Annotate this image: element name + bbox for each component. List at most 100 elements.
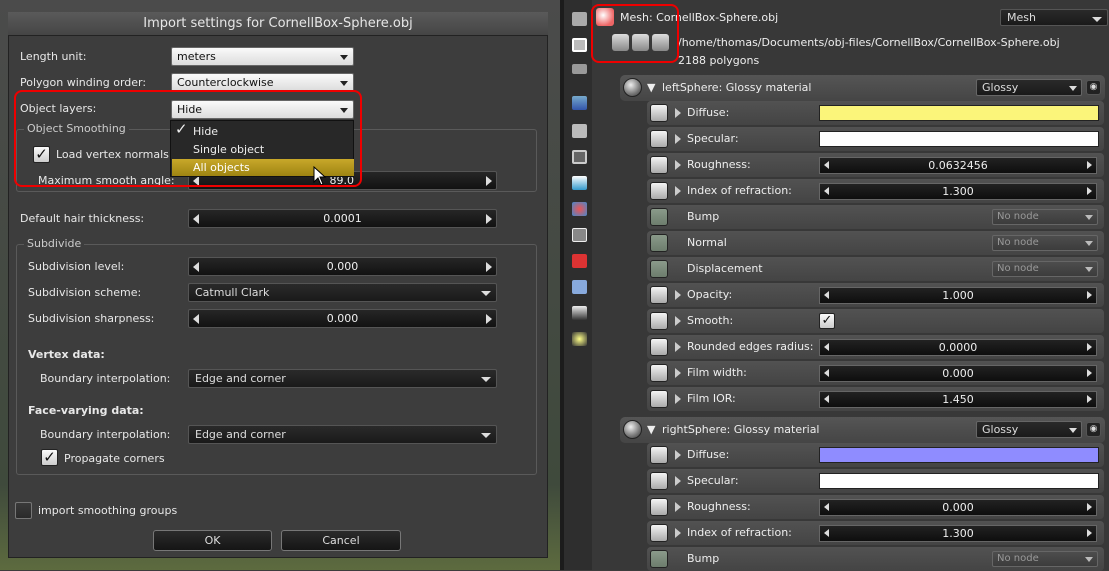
stack-icon[interactable] xyxy=(572,280,587,294)
render-icon[interactable] xyxy=(572,12,587,26)
arrow-right-icon[interactable] xyxy=(1087,529,1092,537)
node-select-combo[interactable]: No node xyxy=(992,235,1098,251)
display-icon[interactable] xyxy=(572,150,587,164)
value-slider[interactable]: 1.300 xyxy=(819,183,1097,200)
list-icon[interactable] xyxy=(572,64,587,74)
arrow-right-icon[interactable] xyxy=(486,314,492,324)
eye-icon[interactable]: ◉ xyxy=(1086,422,1101,437)
arrow-right-icon[interactable] xyxy=(486,176,492,186)
node-input-icon[interactable] xyxy=(650,472,668,490)
vertex-boundary-combo[interactable]: Edge and corner xyxy=(188,369,497,388)
arrow-left-icon[interactable] xyxy=(193,262,199,272)
color-swatch[interactable] xyxy=(819,131,1099,147)
arrow-right-icon[interactable] xyxy=(1087,369,1092,377)
material-type-combo[interactable]: Glossy xyxy=(976,421,1082,438)
layers-icon[interactable] xyxy=(572,38,587,52)
camera-icon[interactable] xyxy=(572,124,587,138)
value-slider[interactable]: 1.000 xyxy=(819,287,1097,304)
length-unit-combo[interactable]: meters xyxy=(171,47,354,66)
database-icon[interactable] xyxy=(572,176,587,190)
expand-triangle-icon[interactable] xyxy=(675,134,681,144)
arrow-left-icon[interactable] xyxy=(824,529,829,537)
expand-triangle-icon[interactable] xyxy=(675,186,681,196)
expand-triangle-icon[interactable] xyxy=(675,528,681,538)
expand-triangle-icon[interactable] xyxy=(675,476,681,486)
value-slider[interactable]: 0.0000 xyxy=(819,339,1097,356)
expand-triangle-icon[interactable] xyxy=(675,316,681,326)
value-slider[interactable]: 0.000 xyxy=(819,499,1097,516)
node-input-icon[interactable] xyxy=(650,286,668,304)
node-select-combo[interactable]: No node xyxy=(992,551,1098,567)
color-swatch[interactable] xyxy=(819,473,1099,489)
cube-icon[interactable] xyxy=(572,254,587,268)
arrow-right-icon[interactable] xyxy=(1087,395,1092,403)
expand-triangle-icon[interactable] xyxy=(675,450,681,460)
node-input-icon[interactable] xyxy=(650,130,668,148)
node-select-combo[interactable]: No node xyxy=(992,209,1098,225)
color-swatch[interactable] xyxy=(819,447,1099,463)
hair-thickness-slider[interactable]: 0.0001 xyxy=(188,209,497,228)
node-input-icon[interactable] xyxy=(650,312,668,330)
node-input-icon[interactable] xyxy=(650,260,668,278)
material-icon[interactable] xyxy=(572,202,587,216)
arrow-right-icon[interactable] xyxy=(1087,187,1092,195)
mesh-type-combo[interactable]: Mesh xyxy=(1000,9,1108,26)
arrow-right-icon[interactable] xyxy=(1087,503,1092,511)
expand-triangle-icon[interactable] xyxy=(675,108,681,118)
cancel-button[interactable]: Cancel xyxy=(281,530,401,551)
arrow-left-icon[interactable] xyxy=(824,503,829,511)
material-header-rightsphere[interactable]: ▼ rightSphere: Glossy material Glossy ◉ xyxy=(620,417,1105,443)
arrow-left-icon[interactable] xyxy=(824,395,829,403)
node-input-icon[interactable] xyxy=(650,364,668,382)
arrow-right-icon[interactable] xyxy=(1087,161,1092,169)
image-icon[interactable] xyxy=(572,96,587,110)
material-header-leftsphere[interactable]: ▼ leftSphere: Glossy material Glossy ◉ xyxy=(620,75,1105,101)
subdiv-sharpness-slider[interactable]: 0.000 xyxy=(188,309,497,328)
arrow-right-icon[interactable] xyxy=(1087,291,1092,299)
texture-icon[interactable] xyxy=(572,228,587,242)
ok-button[interactable]: OK xyxy=(153,530,272,551)
expand-triangle-icon[interactable] xyxy=(675,342,681,352)
smooth-checkbox[interactable]: ✓ xyxy=(819,313,835,329)
node-input-icon[interactable] xyxy=(650,390,668,408)
subdiv-level-slider[interactable]: 0.000 xyxy=(188,257,497,276)
expand-triangle-icon[interactable] xyxy=(675,368,681,378)
node-input-icon[interactable] xyxy=(650,104,668,122)
node-input-icon[interactable] xyxy=(650,234,668,252)
arrow-left-icon[interactable] xyxy=(824,369,829,377)
node-select-combo[interactable]: No node xyxy=(992,261,1098,277)
arrow-left-icon[interactable] xyxy=(824,291,829,299)
material-type-combo[interactable]: Glossy xyxy=(976,79,1082,96)
arrow-left-icon[interactable] xyxy=(193,214,199,224)
arrow-right-icon[interactable] xyxy=(1087,343,1092,351)
arrow-right-icon[interactable] xyxy=(486,262,492,272)
node-input-icon[interactable] xyxy=(650,498,668,516)
arrow-left-icon[interactable] xyxy=(824,343,829,351)
eye-icon[interactable]: ◉ xyxy=(1086,80,1101,95)
arrow-right-icon[interactable] xyxy=(486,214,492,224)
import-smoothing-groups-checkbox[interactable] xyxy=(15,502,32,519)
node-input-icon[interactable] xyxy=(650,208,668,226)
node-input-icon[interactable] xyxy=(650,524,668,542)
expand-triangle-icon[interactable] xyxy=(675,394,681,404)
landscape-icon[interactable] xyxy=(572,306,587,320)
node-input-icon[interactable] xyxy=(650,338,668,356)
value-slider[interactable]: 1.450 xyxy=(819,391,1097,408)
node-input-icon[interactable] xyxy=(650,446,668,464)
node-input-icon[interactable] xyxy=(650,156,668,174)
expand-triangle-icon[interactable] xyxy=(675,290,681,300)
sun-icon[interactable] xyxy=(572,332,587,346)
value-slider[interactable]: 0.0632456 xyxy=(819,157,1097,174)
node-input-icon[interactable] xyxy=(650,550,668,568)
node-input-icon[interactable] xyxy=(650,182,668,200)
arrow-left-icon[interactable] xyxy=(824,187,829,195)
expand-triangle-icon[interactable] xyxy=(675,502,681,512)
propagate-corners-checkbox[interactable]: ✓ xyxy=(41,449,58,466)
expand-triangle-icon[interactable] xyxy=(675,160,681,170)
value-slider[interactable]: 1.300 xyxy=(819,525,1097,542)
subdiv-scheme-combo[interactable]: Catmull Clark xyxy=(188,283,497,302)
value-slider[interactable]: 0.000 xyxy=(819,365,1097,382)
arrow-left-icon[interactable] xyxy=(824,161,829,169)
arrow-left-icon[interactable] xyxy=(193,314,199,324)
color-swatch[interactable] xyxy=(819,105,1099,121)
